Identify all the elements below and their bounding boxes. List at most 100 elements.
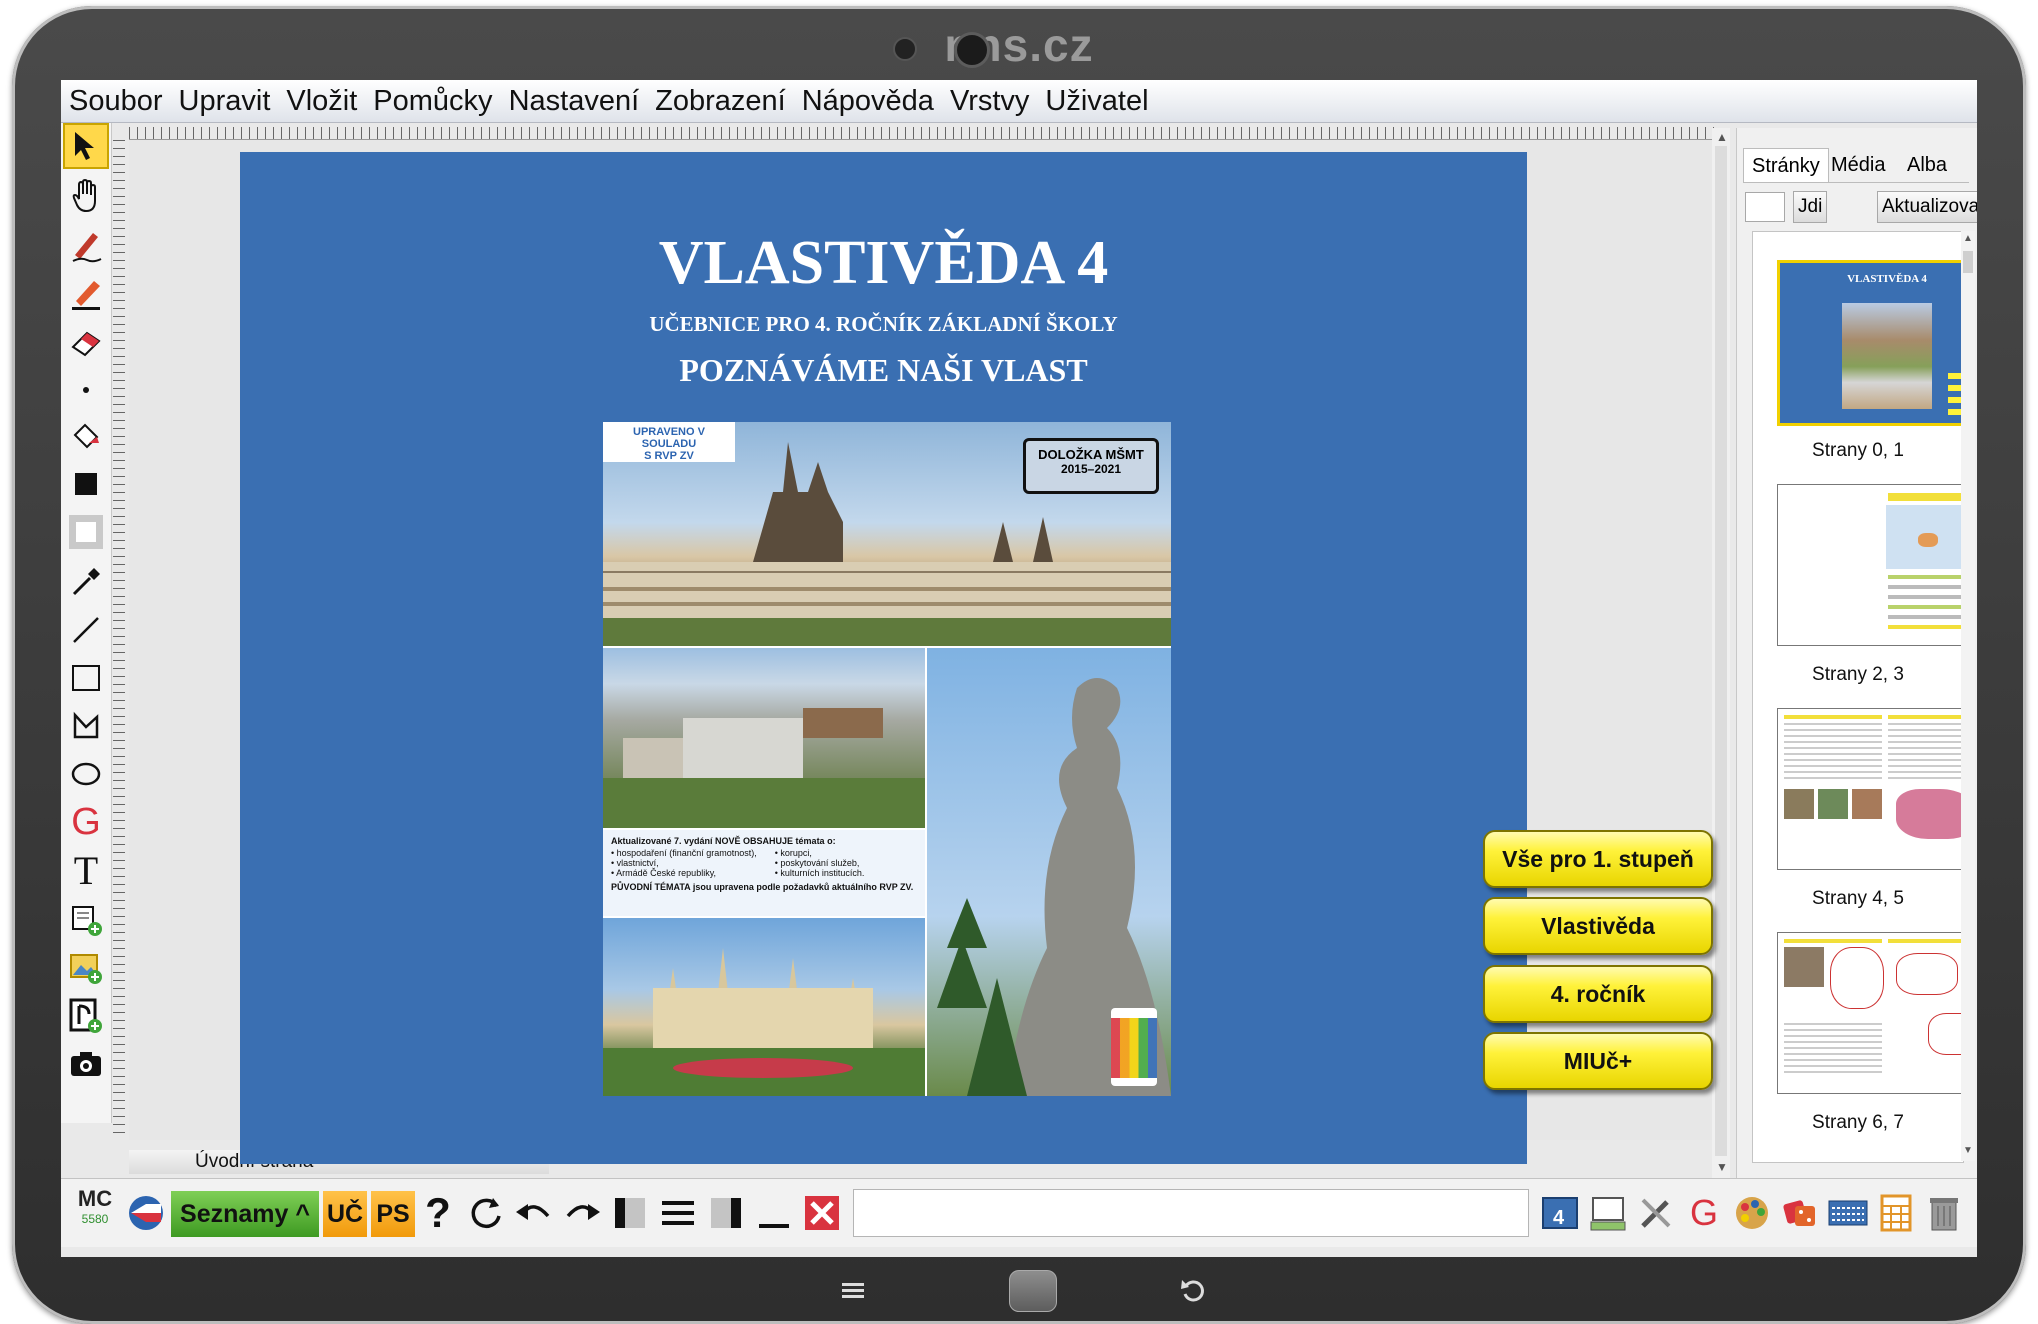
palette-icon[interactable] — [1731, 1191, 1773, 1235]
rectangle-icon[interactable] — [65, 657, 107, 699]
vertical-ruler — [113, 140, 125, 1140]
canvas-scrollbar[interactable]: ▲ ▼ — [1712, 128, 1730, 1178]
menu-vrstvy[interactable]: Vrstvy — [942, 85, 1037, 118]
line-icon[interactable] — [65, 609, 107, 651]
add-note-icon[interactable] — [65, 899, 107, 941]
menu-bar: Soubor Upravit Vložit Pomůcky Nastavení … — [61, 80, 1977, 123]
hand-icon[interactable] — [65, 175, 107, 217]
trash-icon[interactable] — [1923, 1191, 1965, 1235]
pages-panel: Stránky Média Alba Jdi Aktualizovat VLAS… — [1736, 128, 1977, 1178]
thumbnail-label: Strany 4, 5 — [1812, 888, 1904, 909]
thumbnail-pages-4-5[interactable] — [1777, 708, 1963, 870]
left-panel-icon[interactable] — [609, 1191, 651, 1235]
keyboard-display-icon[interactable] — [1587, 1191, 1629, 1235]
chateau-photo — [603, 918, 925, 1096]
thumbnail-pages-6-7[interactable] — [1777, 932, 1963, 1094]
cover-image: UPRAVENO V SOULADU S RVP ZV DOLOŽKA MŠMT… — [603, 422, 1171, 1096]
castle-photo: UPRAVENO V SOULADU S RVP ZV DOLOŽKA MŠMT… — [603, 422, 1171, 646]
tab-media[interactable]: Média — [1823, 148, 1893, 182]
help-icon[interactable]: ? — [417, 1189, 459, 1236]
refresh-icon[interactable] — [465, 1191, 507, 1235]
page-subtitle-2: POZNÁVÁME NAŠI VLAST — [679, 352, 1088, 388]
refresh-button[interactable]: Aktualizovat — [1877, 191, 1977, 223]
cover-info: Aktualizované 7. vydání NOVĚ OBSAHUJE té… — [603, 830, 925, 916]
filled-square-icon[interactable] — [65, 463, 107, 505]
goto-page-input[interactable] — [1745, 192, 1785, 222]
thumbnail-pages-2-3[interactable] — [1777, 484, 1963, 646]
right-panel-icon[interactable] — [705, 1191, 747, 1235]
eyedropper-icon[interactable] — [65, 561, 107, 603]
calculator-icon[interactable] — [1875, 1191, 1917, 1235]
thumbnail-label: Strany 0, 1 — [1812, 440, 1904, 461]
button-miuc[interactable]: MIUč+ — [1483, 1032, 1713, 1090]
command-input[interactable] — [853, 1189, 1529, 1237]
google-g-icon[interactable]: G — [1683, 1191, 1725, 1235]
cover-stamp: DOLOŽKA MŠMT 2015–2021 — [1023, 438, 1159, 494]
button-vlastiveda[interactable]: Vlastivěda — [1483, 897, 1713, 955]
thumbnail-scrollbar[interactable]: ▲ ▼ — [1961, 231, 1975, 1161]
back-icon[interactable] — [1180, 1278, 1206, 1304]
page-title: VLASTIVĚDA 4 — [658, 229, 1109, 297]
menu-nastaveni[interactable]: Nastavení — [501, 85, 648, 118]
mc-number: 5580 — [81, 1212, 109, 1226]
dice-icon[interactable] — [1779, 1191, 1821, 1235]
svg-text:4: 4 — [1553, 1207, 1565, 1229]
menu-upravit[interactable]: Upravit — [171, 85, 279, 118]
thumbnail-list: VLASTIVĚDA 4 Strany 0, 1 Strany 2, 3 Str… — [1752, 231, 1964, 1163]
outline-square-icon[interactable] — [65, 511, 107, 553]
horizontal-ruler — [129, 127, 1714, 140]
tab-alba[interactable]: Alba — [1899, 148, 1955, 182]
pen-icon[interactable] — [65, 225, 107, 267]
button-all-primary[interactable]: Vše pro 1. stupeň — [1483, 830, 1713, 888]
ellipse-icon[interactable] — [65, 753, 107, 795]
menu-zobrazeni[interactable]: Zobrazení — [647, 85, 794, 118]
eraser-icon[interactable] — [65, 321, 107, 363]
thumbnail-pages-0-1[interactable]: VLASTIVĚDA 4 — [1777, 260, 1963, 426]
mc-label: MC — [77, 1186, 113, 1211]
menu-vlozit[interactable]: Vložit — [278, 85, 365, 118]
camera-lens-icon — [954, 32, 990, 68]
minimize-icon[interactable] — [753, 1191, 795, 1235]
publisher-logo — [1111, 1008, 1157, 1086]
camera-icon[interactable] — [65, 1043, 107, 1085]
brand-logo: nns.cz — [944, 19, 1094, 71]
lists-button[interactable]: Seznamy ^ — [171, 1191, 319, 1237]
menu-uzivatel[interactable]: Uživatel — [1037, 85, 1156, 118]
czech-flag-icon[interactable] — [125, 1191, 167, 1235]
dot-icon[interactable] — [65, 369, 107, 411]
keyboard-icon[interactable] — [1827, 1191, 1869, 1235]
menu-napoveda[interactable]: Nápověda — [794, 85, 942, 118]
marker-icon[interactable] — [65, 273, 107, 315]
polygon-icon[interactable] — [65, 705, 107, 747]
cover-badge: UPRAVENO V SOULADU S RVP ZV — [603, 422, 735, 462]
uc-button[interactable]: UČ — [323, 1191, 367, 1237]
add-image-icon[interactable] — [65, 947, 107, 989]
scroll-up-icon[interactable]: ▲ — [1716, 130, 1728, 144]
scroll-down-icon[interactable]: ▼ — [1716, 1160, 1728, 1174]
menu-lines-icon[interactable] — [657, 1191, 699, 1235]
camera-icon — [893, 37, 917, 61]
tab-stranky[interactable]: Stránky — [1743, 148, 1829, 183]
mc-counter[interactable]: MC 5580 — [75, 1186, 115, 1237]
graph-g-icon[interactable]: G — [65, 801, 107, 843]
thumbnail-label: Strany 6, 7 — [1812, 1112, 1904, 1133]
arrow-pointer-icon[interactable] — [63, 123, 109, 169]
button-grade-4[interactable]: 4. ročník — [1483, 965, 1713, 1023]
add-media-icon[interactable] — [65, 995, 107, 1037]
bottom-toolbar: MC 5580 Seznamy ^ UČ PS ? 4 G — [61, 1178, 1977, 1247]
menu-button-icon[interactable] — [842, 1283, 864, 1299]
goto-button[interactable]: Jdi — [1793, 191, 1828, 223]
city-photo — [603, 648, 925, 828]
tools-icon[interactable] — [1635, 1191, 1677, 1235]
menu-soubor[interactable]: Soubor — [61, 85, 171, 118]
redo-icon[interactable] — [561, 1191, 603, 1235]
menu-pomucky[interactable]: Pomůcky — [365, 85, 500, 118]
text-tool-icon[interactable]: T — [65, 848, 107, 893]
book-4-icon[interactable]: 4 — [1539, 1191, 1581, 1235]
home-button[interactable] — [1009, 1270, 1057, 1312]
close-icon[interactable] — [801, 1191, 843, 1235]
tools-toolbar: G T — [61, 123, 112, 1123]
ps-button[interactable]: PS — [371, 1191, 415, 1237]
undo-icon[interactable] — [513, 1191, 555, 1235]
fill-bucket-icon[interactable] — [65, 415, 107, 457]
